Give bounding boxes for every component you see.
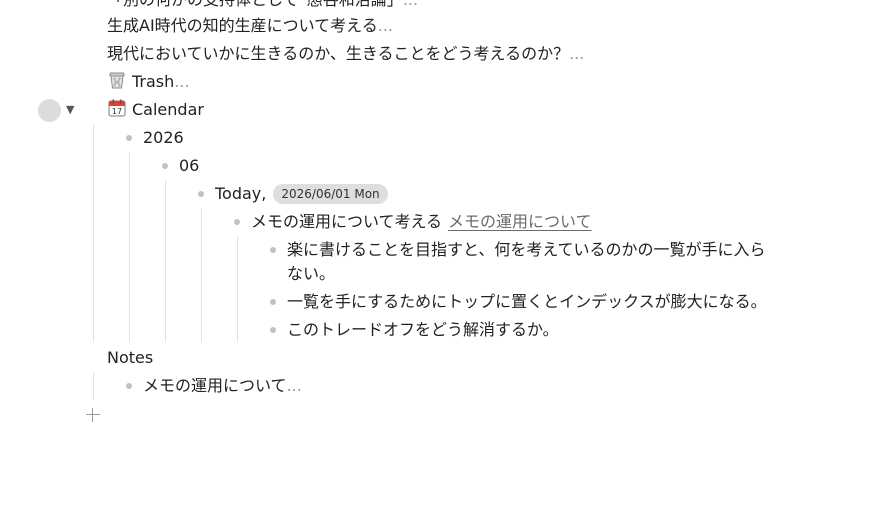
plus-icon[interactable] [84,406,102,424]
bullet[interactable] [198,191,204,197]
item-text: メモの運用について... [143,376,302,395]
calendar-icon: 17 [108,99,126,117]
indent-guide [93,372,94,400]
svg-text:17: 17 [112,107,122,116]
bullet[interactable] [270,247,276,253]
indent-guide [165,180,166,342]
item-text: 一覧を手にするためにトップに置くとインデックスが膨大になる。 [287,292,767,311]
bullet[interactable] [126,135,132,141]
indent-guide [93,124,94,342]
caret-down-icon[interactable]: ▼ [66,96,74,124]
memo-text: メモの運用について考える [251,212,443,231]
calendar-item[interactable]: ▼ 17 Calendar [0,96,879,124]
month-label: 06 [179,156,200,175]
bullet[interactable] [270,299,276,305]
drag-handle[interactable] [38,99,61,122]
item-text: 生成AI時代の知的生産について考える... [107,16,393,35]
bullet[interactable] [270,327,276,333]
notes-label: Notes [107,348,154,367]
item-text: 現代においていかに生きるのか、生きることをどう考えるのか？... [107,44,585,63]
indent-guide [129,152,130,342]
item-text: ない。 [287,264,336,283]
indent-guide [237,236,238,342]
date-badge[interactable]: 2026/06/01 Mon [273,184,388,204]
bullet[interactable] [162,163,168,169]
indent-guide [201,208,202,342]
today-label: Today, [215,184,267,203]
memo-link[interactable]: メモの運用について [448,212,592,231]
year-label: 2026 [143,128,184,147]
bullet[interactable] [126,383,132,389]
calendar-label: Calendar [132,100,204,119]
trash-icon [109,72,125,89]
item-text: このトレードオフをどう解消するか。 [287,320,559,339]
item-text: 楽に書けることを目指すと、何を考えているのかの一覧が手に入ら [287,240,766,259]
trash-label: Trash [132,72,175,91]
bullet[interactable] [234,219,240,225]
